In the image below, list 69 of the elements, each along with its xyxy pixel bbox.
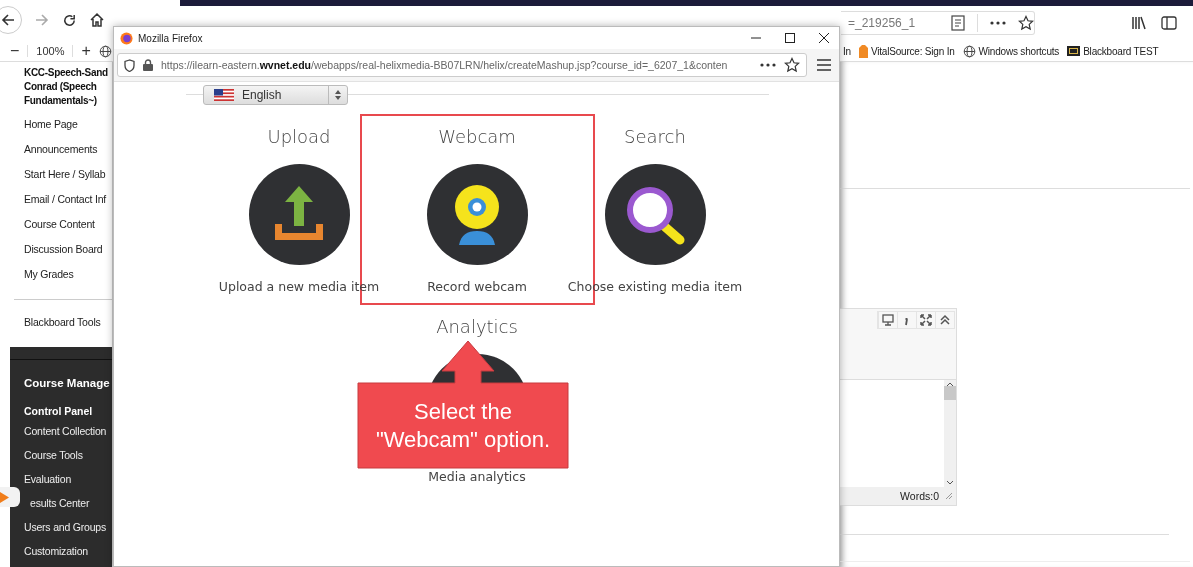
language-select[interactable]: English — [203, 85, 348, 105]
back-icon[interactable] — [0, 12, 16, 28]
zoom-out-button[interactable]: − — [10, 42, 20, 60]
home-icon[interactable] — [89, 12, 105, 28]
preview-icon[interactable] — [878, 312, 897, 328]
globe-icon[interactable] — [98, 44, 112, 58]
option-title: Search — [624, 125, 686, 149]
tag-icon — [858, 44, 868, 58]
menu-icon[interactable] — [817, 59, 831, 71]
sidebar-toggle-icon[interactable] — [1161, 16, 1177, 30]
scroll-up-icon[interactable] — [946, 380, 954, 388]
course-menu-item[interactable]: Home Page — [24, 112, 112, 137]
browser-logo-icon — [120, 31, 133, 45]
reader-view-icon[interactable] — [951, 15, 965, 31]
close-icon[interactable] — [819, 33, 829, 43]
bookmark[interactable]: Blackboard TEST — [1067, 45, 1159, 57]
expand-tab[interactable] — [0, 487, 20, 507]
resize-grip-icon[interactable] — [945, 492, 953, 500]
option-title: Analytics — [436, 315, 518, 339]
panel-item[interactable]: Course Tools — [24, 443, 112, 467]
window-title: Mozilla Firefox — [138, 32, 203, 44]
address-field[interactable]: https://ilearn-eastern.wvnet.edu/webapps/real-helixmedia-BB07LRN/helix/createMashup.jsp?course_id=_6207_1&conten — [117, 53, 807, 77]
reload-icon[interactable] — [62, 12, 77, 28]
course-title[interactable]: KCC-Speech-Sand Conrad (Speech Fundamentals~) — [24, 66, 112, 108]
maximize-icon[interactable] — [785, 33, 795, 43]
option-caption: Record webcam — [427, 279, 527, 294]
text-editor[interactable]: Words:0 — [840, 308, 957, 506]
panel-item[interactable]: esults Center — [24, 491, 112, 515]
course-menu-item[interactable]: Blackboard Tools — [24, 310, 112, 335]
scroll-down-icon[interactable] — [946, 479, 954, 487]
address-field[interactable]: =_219256_1 — [841, 11, 1035, 35]
url-text: https://ilearn-eastern.wvnet.edu/webapps/real-helixmedia-BB07LRN/helix/createMashup.jsp?course_id=_6207_1&conten — [161, 59, 729, 71]
bookmark[interactable]: VitalSource: Sign In — [858, 44, 955, 58]
zoom-level[interactable]: 100% — [27, 45, 74, 57]
course-menu-item[interactable]: Course Content — [24, 212, 112, 237]
panel-item[interactable]: Customization — [24, 539, 112, 563]
course-menu-item[interactable]: Start Here / Syllab — [24, 162, 112, 187]
stepper-icon — [335, 90, 341, 100]
board-icon — [1067, 46, 1081, 56]
word-count: Words:0 — [900, 490, 939, 502]
course-menu-item[interactable]: Announcements — [24, 137, 112, 162]
option-title: Webcam — [438, 125, 516, 149]
flag-icon — [214, 89, 234, 101]
panel-item[interactable]: Evaluation — [24, 467, 112, 491]
option-caption: Media analytics — [428, 469, 526, 484]
globe-icon[interactable] — [962, 44, 976, 58]
page-actions-icon[interactable] — [760, 62, 776, 68]
option-title: Upload — [267, 125, 331, 149]
library-icon[interactable] — [1131, 15, 1147, 31]
course-menu-item[interactable]: Email / Contact Inf — [24, 187, 112, 212]
course-menu-item[interactable]: My Grades — [24, 262, 112, 287]
media-option[interactable]: Webcam Record webcam — [388, 124, 566, 294]
panel-item[interactable]: Users and Groups — [24, 515, 112, 539]
lock-icon — [143, 59, 153, 71]
bookmark[interactable]: Windows shortcuts — [962, 44, 1060, 58]
panel-heading: Course Manage — [24, 377, 111, 389]
bookmark-star-icon[interactable] — [784, 57, 800, 73]
callout-tooltip: Select the "Webcam" option. — [357, 340, 569, 469]
bookmark[interactable]: In — [843, 45, 851, 57]
bookmark-star-icon[interactable] — [1018, 15, 1034, 31]
shield-icon[interactable] — [124, 58, 135, 72]
fullscreen-icon[interactable] — [916, 312, 935, 328]
panel-item[interactable]: Content Collection — [24, 419, 112, 443]
page-actions-icon[interactable] — [990, 20, 1006, 26]
course-menu-item[interactable]: Discussion Board — [24, 237, 112, 262]
panel-item[interactable]: Control Panel — [24, 403, 112, 419]
scrollbar-thumb[interactable] — [944, 386, 956, 400]
zoom-in-button[interactable]: + — [81, 42, 91, 60]
scrollbar[interactable] — [944, 380, 956, 487]
